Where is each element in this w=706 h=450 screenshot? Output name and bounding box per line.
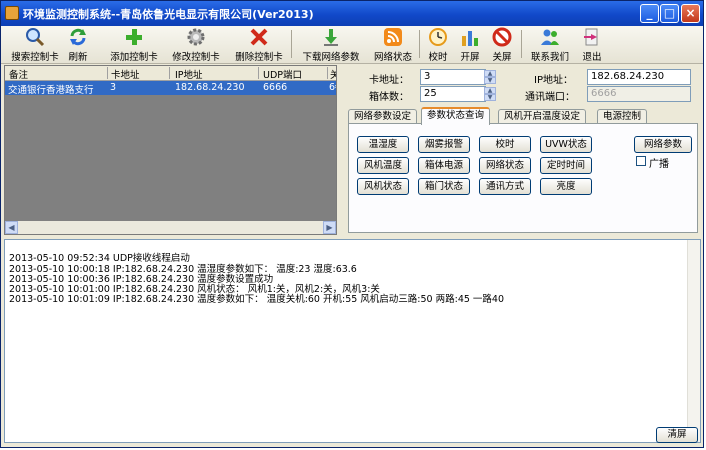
cell-ip: 182.68.24.230: [175, 82, 245, 93]
add-card-label: 添加控制卡: [110, 52, 158, 63]
screen-on-label: 开屏: [460, 52, 480, 63]
app-window: 环境监测控制系统--青岛依鲁光电显示有限公司(Ver2013) _ □ × 搜索…: [0, 0, 704, 448]
users-icon: [541, 29, 559, 45]
toolbar: 搜索控制卡 刷新 添加控制卡 修改控制卡 删除控制卡 下载网络参数 网络状态 校…: [1, 26, 703, 64]
no-entry-icon: [492, 27, 512, 47]
fan-temp-button[interactable]: 风机温度: [357, 157, 409, 174]
ip-field[interactable]: 182.68.24.230: [587, 69, 691, 85]
broadcast-label: 广播: [649, 159, 669, 170]
rss-icon: [384, 28, 402, 46]
network-status-query-button[interactable]: 网络状态: [479, 157, 531, 174]
sync-time-button[interactable]: 校时: [425, 27, 451, 63]
brightness-button[interactable]: 亮度: [540, 178, 592, 195]
download-net-params-label: 下载网络参数: [302, 52, 360, 63]
timer-button[interactable]: 定时时间: [540, 157, 592, 174]
app-icon: [5, 6, 19, 20]
card-addr-field[interactable]: 3: [420, 69, 486, 85]
scroll-left-icon[interactable]: ◀: [5, 221, 18, 234]
toolbar-separator: [521, 30, 522, 58]
log-line: 2013-05-10 10:01:09 IP:182.68.24.230 温度参…: [9, 294, 505, 305]
network-status-button[interactable]: 网络状态: [371, 27, 415, 63]
exit-label: 退出: [582, 52, 602, 63]
scroll-right-icon[interactable]: ▶: [323, 221, 336, 234]
maximize-button[interactable]: □: [660, 4, 679, 23]
bar-chart-icon: [462, 31, 478, 46]
cell-extra: 6€: [329, 82, 336, 93]
contact-us-button[interactable]: 联系我们: [528, 27, 572, 63]
cell-udp-port: 6666: [263, 82, 288, 93]
edit-card-button[interactable]: 修改控制卡: [170, 27, 222, 63]
search-card-label: 搜索控制卡: [11, 52, 59, 63]
column-header-note[interactable]: 备注: [9, 67, 28, 81]
tab-param-status-query[interactable]: 参数状态查询: [421, 107, 491, 125]
gear-icon: [187, 28, 205, 46]
door-status-button[interactable]: 箱门状态: [418, 178, 470, 195]
cell-card-addr: 3: [110, 82, 117, 93]
clock-icon: [429, 28, 447, 46]
sync-time-query-button[interactable]: 校时: [479, 136, 531, 153]
log-output[interactable]: 2013-05-10 09:52:34 UDP接收线程启动 2013-05-10…: [4, 239, 701, 443]
close-button[interactable]: ×: [681, 4, 700, 23]
card-addr-spinner[interactable]: ▲ ▼: [484, 70, 496, 84]
card-detail-panel: 卡地址： 3 ▲ ▼ 箱体数： 25 ▲ ▼ IP地址： 182.68.24.230…: [344, 65, 702, 235]
net-params-button[interactable]: 网络参数: [634, 136, 692, 153]
refresh-button[interactable]: 刷新: [65, 27, 91, 63]
fan-status-button[interactable]: 风机状态: [357, 178, 409, 195]
card-list[interactable]: 备注 卡地址 IP地址 UDP端口 关 交通银行香港路支行 3 182.68.2…: [4, 65, 337, 235]
refresh-label: 刷新: [68, 52, 88, 63]
delete-x-icon: [250, 28, 268, 46]
tab-power-control[interactable]: 电源控制: [597, 109, 648, 124]
list-header: 备注 卡地址 IP地址 UDP端口 关: [5, 66, 336, 81]
port-label: 通讯端口：: [525, 92, 575, 103]
column-header-card-addr[interactable]: 卡地址: [111, 67, 140, 81]
log-scrollbar[interactable]: [687, 240, 700, 442]
column-header-udp-port[interactable]: UDP端口: [263, 67, 302, 81]
column-header-extra[interactable]: 关: [330, 67, 336, 81]
uvw-status-button[interactable]: UVW状态: [540, 136, 592, 153]
delete-card-label: 删除控制卡: [235, 52, 283, 63]
delete-card-button[interactable]: 删除控制卡: [231, 27, 287, 63]
param-status-query-panel: 温湿度 烟雾报警 校时 UVW状态 风机温度 箱体电源 网络状态 定时时间 风机…: [348, 123, 698, 233]
temp-humidity-button[interactable]: 温湿度: [357, 136, 409, 153]
toolbar-separator: [291, 30, 292, 58]
exit-icon: [584, 28, 598, 46]
box-power-button[interactable]: 箱体电源: [418, 157, 470, 174]
box-count-spinner[interactable]: ▲ ▼: [484, 87, 496, 101]
box-count-field[interactable]: 25: [420, 86, 486, 102]
horizontal-scrollbar[interactable]: ◀ ▶: [5, 221, 336, 234]
screen-on-button[interactable]: 开屏: [457, 27, 483, 63]
search-card-button[interactable]: 搜索控制卡: [9, 27, 61, 63]
contact-us-label: 联系我们: [530, 52, 569, 63]
toolbar-separator: [419, 30, 420, 58]
plus-icon: [126, 29, 142, 45]
sync-time-label: 校时: [428, 52, 448, 63]
tab-bar: 网络参数设定 参数状态查询 风机开启温度设定 电源控制: [348, 107, 698, 125]
box-count-label: 箱体数：: [369, 92, 409, 103]
broadcast-checkbox[interactable]: [636, 156, 646, 166]
tab-network-params[interactable]: 网络参数设定: [348, 109, 418, 124]
clear-log-button[interactable]: 清屏: [656, 427, 698, 443]
cell-note: 交通银行香港路支行: [8, 85, 94, 96]
window-title: 环境监测控制系统--青岛依鲁光电显示有限公司(Ver2013): [23, 8, 314, 21]
card-addr-label: 卡地址：: [369, 75, 409, 86]
exit-button[interactable]: 退出: [579, 27, 605, 63]
list-row-selected[interactable]: 交通银行香港路支行 3 182.68.24.230 6666 6€: [5, 81, 336, 96]
screen-off-button[interactable]: 关屏: [489, 27, 515, 63]
screen-off-label: 关屏: [492, 52, 512, 63]
minimize-button[interactable]: _: [640, 4, 659, 23]
port-field[interactable]: 6666: [587, 86, 691, 102]
tab-fan-temp-setting[interactable]: 风机开启温度设定: [498, 109, 587, 124]
edit-card-label: 修改控制卡: [172, 52, 220, 63]
ip-label: IP地址：: [534, 75, 573, 86]
comm-mode-button[interactable]: 通讯方式: [479, 178, 531, 195]
refresh-icon: [70, 28, 86, 46]
title-bar[interactable]: 环境监测控制系统--青岛依鲁光电显示有限公司(Ver2013) _ □ ×: [1, 1, 703, 26]
add-card-button[interactable]: 添加控制卡: [108, 27, 160, 63]
download-net-params-button[interactable]: 下载网络参数: [297, 27, 365, 63]
download-icon: [324, 29, 338, 46]
column-header-ip[interactable]: IP地址: [175, 67, 203, 81]
smoke-alarm-button[interactable]: 烟雾报警: [418, 136, 470, 153]
search-icon: [26, 28, 45, 47]
network-status-label: 网络状态: [373, 52, 412, 63]
